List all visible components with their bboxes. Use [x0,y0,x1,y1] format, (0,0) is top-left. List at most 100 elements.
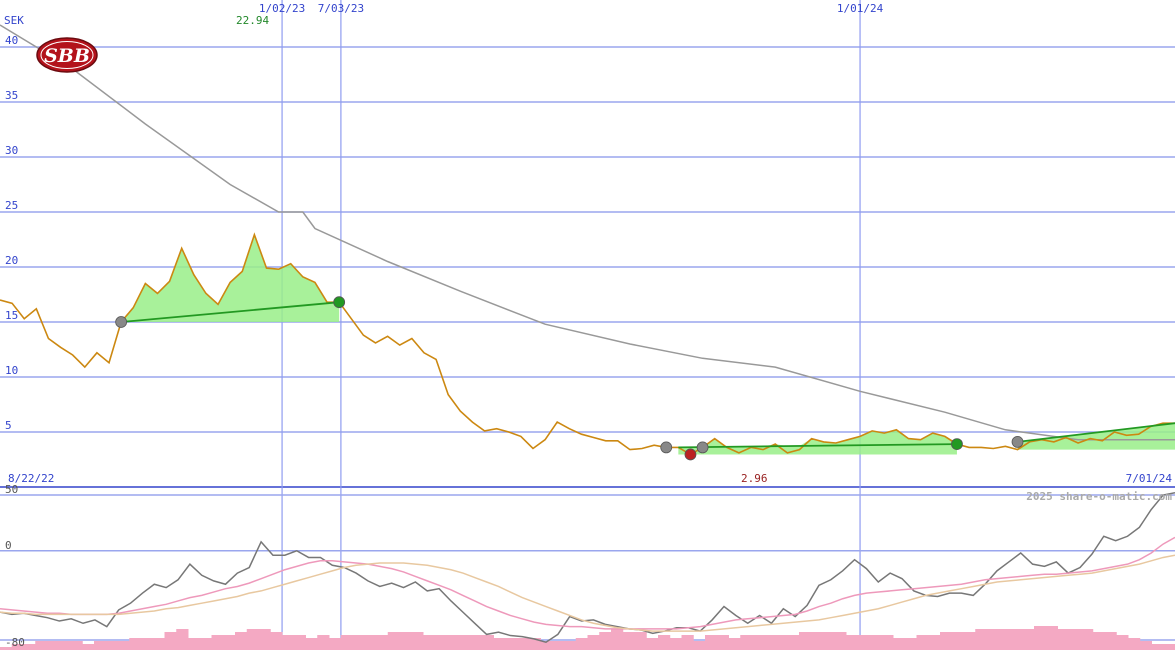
max-value-label: 22.94 [236,14,269,27]
volume-bar [399,632,412,650]
volume-bar [199,638,212,650]
price-tick-label: 25 [5,199,18,212]
volume-bar [775,635,788,650]
volume-bar [834,632,847,650]
volume-bar [282,635,295,650]
volume-bar [1163,644,1175,650]
volume-bar [669,638,682,650]
volume-bar [293,635,306,650]
volume-bar [1069,629,1082,650]
signal-marker [333,296,346,309]
volume-bar [176,629,189,650]
volume-bar [552,641,565,650]
y-axis-unit-label: SEK [4,14,24,27]
volume-bar [822,632,835,650]
volume-bar [787,635,800,650]
volume-bar [634,632,647,650]
indicator-tick-label: 50 [5,483,18,496]
date-tick-labels: 1/02/23 7/03/23 1/01/24 [259,2,884,15]
volume-bar [23,644,36,650]
price-tick-label: 5 [5,419,12,432]
indicator-tick-label: 0 [5,539,12,552]
signal-marker [696,441,709,454]
volume-bar [893,638,906,650]
svg-text:SBB: SBB [44,45,90,67]
volume-bar [387,632,400,650]
volume-bar [364,635,377,650]
volume-bar [928,635,941,650]
price-gridlines [0,46,1175,433]
volume-bar [317,635,330,650]
price-tick-label: 30 [5,144,18,157]
volume-bar [376,635,389,650]
volume-bar [258,629,271,650]
volume-bar [1081,629,1094,650]
volume-bar [940,632,953,650]
volume-bar [1151,644,1164,650]
date-tick-label: 1/01/24 [837,2,884,15]
indicator-line [0,554,1175,632]
volume-bar [82,644,95,650]
sbb-logo: SBB [36,37,98,73]
volume-bar [517,638,530,650]
indicator-lines [0,492,1175,644]
volume-bar [246,629,259,650]
volume-bar [211,635,224,650]
volume-bar [1010,629,1023,650]
price-tick-label: 10 [5,364,18,377]
volume-bar [411,632,424,650]
price-chart: SEK 5 10 15 20 25 30 35 40 1/02/23 7/03/23 1/01/2… [0,0,1175,650]
volume-bar [998,629,1011,650]
volume-bar [141,638,154,650]
volume-bar [1057,629,1070,650]
volume-bar [869,635,882,650]
volume-bar [587,635,600,650]
volume-bar [70,641,83,650]
signal-marker [1011,435,1024,448]
volume-bar [105,641,118,650]
price-tick-label: 40 [5,34,18,47]
date-gridlines [281,0,861,650]
volume-bar [904,638,917,650]
volume-bar [470,635,483,650]
volume-bar [1034,626,1047,650]
volume-bar [951,632,964,650]
volume-bar [164,632,177,650]
trend-lines [121,301,1175,449]
volume-bar [740,635,753,650]
volume-bar [1045,626,1058,650]
min-value-label: 2.96 [741,472,768,485]
volume-bar [152,638,165,650]
volume-bar [681,635,694,650]
volume-bar [1116,635,1129,650]
volume-bar [94,641,107,650]
volume-bar [505,638,518,650]
price-tick-label: 20 [5,254,18,267]
series-lines [0,24,1175,456]
price-tick-label: 15 [5,309,18,322]
volume-bar [575,638,588,650]
volume-bar [599,632,612,650]
signal-marker [951,438,963,451]
indicator-gridlines [0,494,1175,641]
signal-marker [684,448,697,461]
volume-bar [223,635,236,650]
volume-bar [857,635,870,650]
indicator-line [0,492,1175,644]
volume-bar [329,638,342,650]
volume-bar [810,632,823,650]
volume-bar [235,632,248,650]
volume-bar [846,635,859,650]
volume-bar [1104,632,1117,650]
volume-bar [340,635,353,650]
volume-bar [129,638,142,650]
volume-bar [916,635,929,650]
volume-bar [752,635,765,650]
volume-bar [763,635,776,650]
volume-bar [728,638,741,650]
volume-bar [1139,641,1152,650]
indicator-tick-labels: 50 0 -80 [5,483,25,649]
volume-bar [1022,629,1035,650]
volume-bar [987,629,1000,650]
price-tick-label: 35 [5,89,18,102]
